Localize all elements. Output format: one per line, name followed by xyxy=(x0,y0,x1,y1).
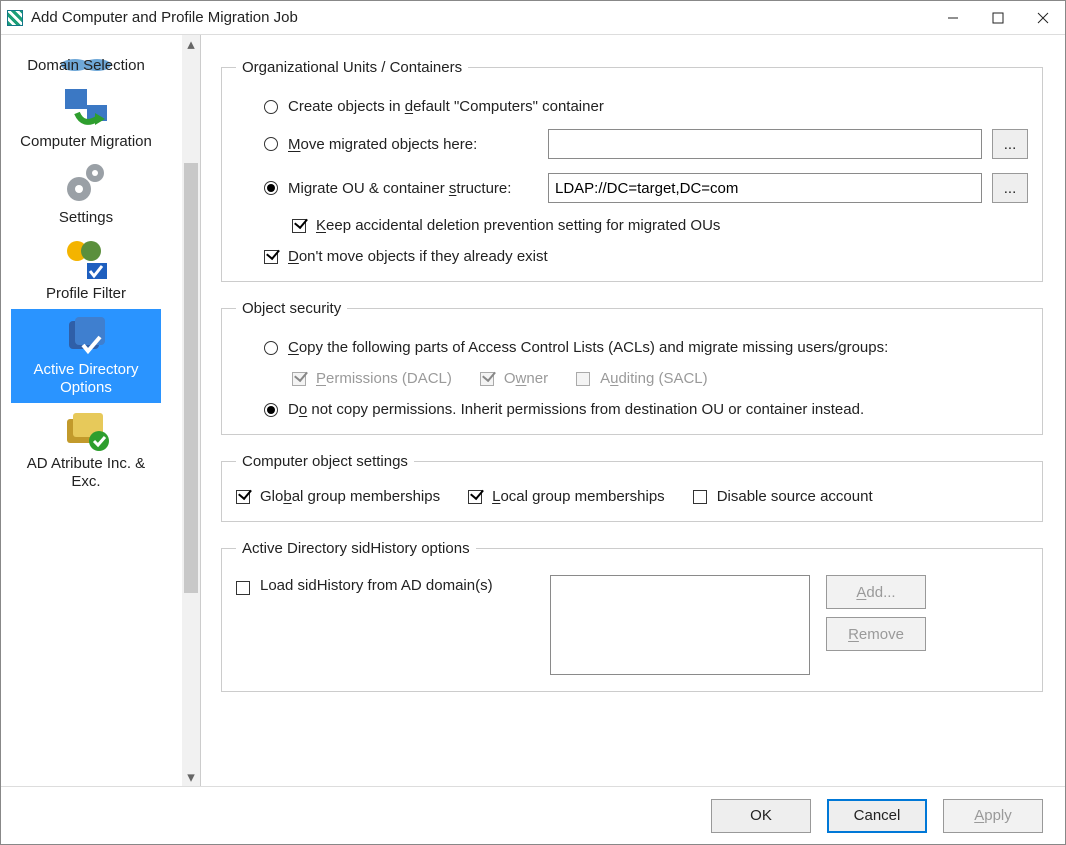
close-button[interactable] xyxy=(1020,3,1065,33)
ad-options-icon xyxy=(57,311,115,359)
check-keep-deletion-label: Keep accidental deletion prevention sett… xyxy=(316,217,720,234)
sidebar-item-label: AD Atribute Inc. & Exc. xyxy=(13,455,159,491)
content-panel: Organizational Units / Containers Create… xyxy=(201,35,1065,786)
migrate-structure-browse-button[interactable]: ... xyxy=(992,173,1028,203)
sidebar-item-computer-migration[interactable]: Computer Migration xyxy=(11,81,161,157)
computer-settings-group: Computer object settings Global group me… xyxy=(221,453,1043,522)
check-auditing-label: Auditing (SACL) xyxy=(600,370,708,387)
check-dont-move[interactable] xyxy=(264,250,278,264)
profile-filter-icon xyxy=(57,235,115,283)
app-icon xyxy=(7,10,23,26)
check-global-groups[interactable] xyxy=(236,490,250,504)
check-permissions-label: Permissions (DACL) xyxy=(316,370,452,387)
cancel-button[interactable]: Cancel xyxy=(827,799,927,833)
sidebar-item-label: Profile Filter xyxy=(13,285,159,303)
ad-attribute-icon xyxy=(57,405,115,453)
sidebar-item-profile-filter[interactable]: Profile Filter xyxy=(11,233,161,309)
radio-do-not-copy-label: Do not copy permissions. Inherit permiss… xyxy=(288,401,864,418)
check-load-sidhistory[interactable] xyxy=(236,581,250,595)
gears-icon xyxy=(57,159,115,207)
check-disable-source[interactable] xyxy=(693,490,707,504)
sidhistory-domains-list[interactable] xyxy=(550,575,810,675)
ok-button[interactable]: OK xyxy=(711,799,811,833)
check-global-groups-label: Global group memberships xyxy=(260,488,440,505)
window-title: Add Computer and Profile Migration Job xyxy=(31,9,930,26)
scroll-thumb[interactable] xyxy=(184,163,198,593)
maximize-button[interactable] xyxy=(975,3,1020,33)
apply-button[interactable]: Apply xyxy=(943,799,1043,833)
sidebar-item-label: Computer Migration xyxy=(13,133,159,151)
dialog-window: Add Computer and Profile Migration Job D… xyxy=(0,0,1066,845)
scroll-track[interactable] xyxy=(182,53,200,768)
check-auditing xyxy=(576,372,590,386)
radio-move-here[interactable] xyxy=(264,137,278,151)
sidebar-scrollbar[interactable]: ▴ ▾ xyxy=(182,35,200,786)
sidhistory-remove-button[interactable]: Remove xyxy=(826,617,926,651)
radio-create-default[interactable] xyxy=(264,100,278,114)
sidebar: Domain Selection Computer Migration Sett… xyxy=(1,35,201,786)
scroll-down-icon[interactable]: ▾ xyxy=(182,768,200,786)
scroll-up-icon[interactable]: ▴ xyxy=(182,35,200,53)
computer-migration-icon xyxy=(57,83,115,131)
radio-migrate-structure[interactable] xyxy=(264,181,278,195)
sidhistory-add-button[interactable]: Add... xyxy=(826,575,926,609)
title-bar: Add Computer and Profile Migration Job xyxy=(1,1,1065,35)
radio-move-here-label: Move migrated objects here: xyxy=(288,136,548,153)
sidebar-item-label: Settings xyxy=(13,209,159,227)
org-units-group: Organizational Units / Containers Create… xyxy=(221,59,1043,282)
radio-do-not-copy[interactable] xyxy=(264,403,278,417)
dialog-footer: OK Cancel Apply xyxy=(1,786,1065,844)
org-units-legend: Organizational Units / Containers xyxy=(236,59,468,76)
check-load-sidhistory-label: Load sidHistory from AD domain(s) xyxy=(260,575,550,594)
radio-create-default-label: Create objects in default "Computers" co… xyxy=(288,98,604,115)
sidebar-item-label: Domain Selection xyxy=(13,57,159,75)
window-buttons xyxy=(930,3,1065,33)
migrate-structure-input[interactable] xyxy=(548,173,982,203)
move-here-browse-button[interactable]: ... xyxy=(992,129,1028,159)
check-permissions xyxy=(292,372,306,386)
check-local-groups-label: Local group memberships xyxy=(492,488,665,505)
radio-copy-acls-label: Copy the following parts of Access Contr… xyxy=(288,339,888,356)
radio-migrate-structure-label: Migrate OU & container structure: xyxy=(288,180,548,197)
sid-history-group: Active Directory sidHistory options Load… xyxy=(221,540,1043,692)
minimize-button[interactable] xyxy=(930,3,975,33)
radio-copy-acls[interactable] xyxy=(264,341,278,355)
check-local-groups[interactable] xyxy=(468,490,482,504)
sidebar-item-label: Active Directory Options xyxy=(13,361,159,397)
check-owner-label: Owner xyxy=(504,370,548,387)
sid-history-legend: Active Directory sidHistory options xyxy=(236,540,476,557)
sidebar-item-settings[interactable]: Settings xyxy=(11,157,161,233)
check-keep-deletion[interactable] xyxy=(292,219,306,233)
sidebar-item-active-directory-options[interactable]: Active Directory Options xyxy=(11,309,161,403)
object-security-legend: Object security xyxy=(236,300,347,317)
domains-icon xyxy=(57,41,115,55)
check-disable-source-label: Disable source account xyxy=(717,488,873,505)
object-security-group: Object security Copy the following parts… xyxy=(221,300,1043,435)
sidebar-item-ad-attribute-inc-exc[interactable]: AD Atribute Inc. & Exc. xyxy=(11,403,161,497)
move-here-input[interactable] xyxy=(548,129,982,159)
check-owner xyxy=(480,372,494,386)
check-dont-move-label: Don't move objects if they already exist xyxy=(288,248,548,265)
computer-settings-legend: Computer object settings xyxy=(236,453,414,470)
sidebar-item-domain-selection[interactable]: Domain Selection xyxy=(11,39,161,81)
